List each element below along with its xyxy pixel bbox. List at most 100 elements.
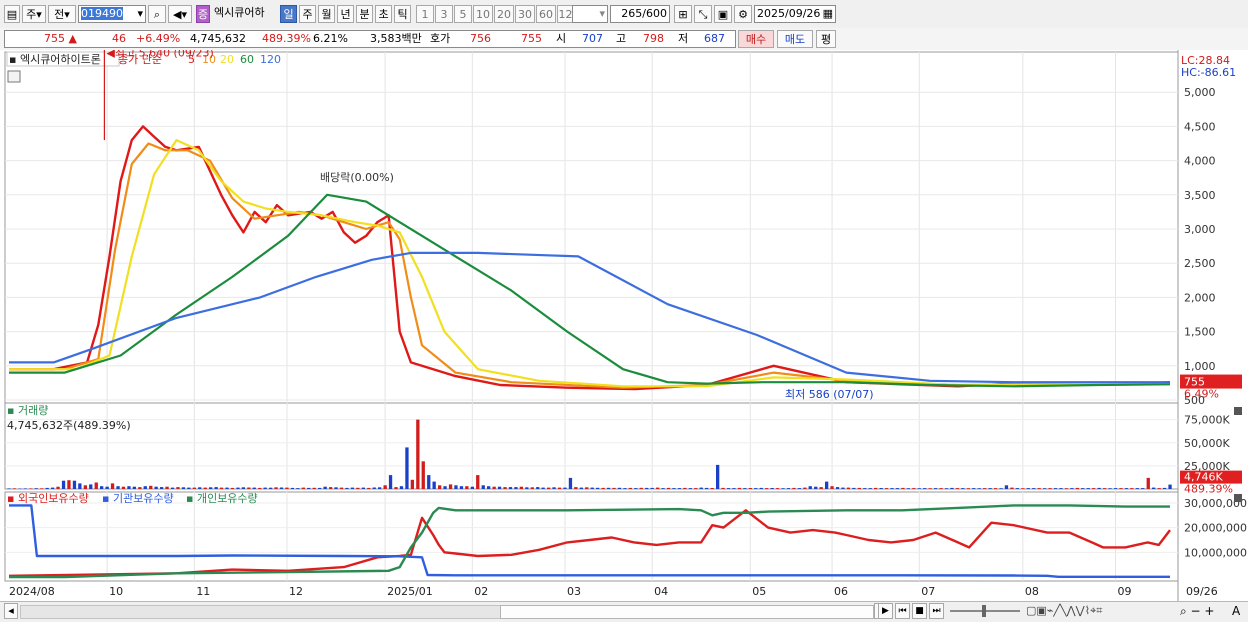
tab-period-1[interactable]: 주	[299, 5, 316, 23]
volume-bar-26	[149, 485, 153, 489]
y-tick-label-9: 5,000	[1184, 86, 1216, 99]
volume-bar-170	[934, 488, 938, 489]
volume-bar-97	[536, 487, 540, 489]
volume-bar-28	[160, 487, 164, 489]
x-tick-label-11: 08	[1025, 585, 1039, 598]
tab-period-3[interactable]: 년	[337, 5, 354, 23]
stock-badge-text: 증	[197, 8, 209, 21]
volume-bar-32	[181, 487, 186, 489]
code-dropdown-icon[interactable]: ▾	[137, 6, 143, 22]
holding-legend-2: ▪ 개인보유수량	[186, 492, 258, 505]
volume-bar-31	[176, 487, 180, 489]
count-dropdown-icon[interactable]: ▾	[599, 6, 605, 22]
volume-bar-88	[487, 486, 491, 489]
chart-area[interactable]: 2024/08 10 11 12 2025/01 02 03 04 05 06 07 08 09 09/2…	[0, 50, 1248, 601]
crosshair-icon[interactable]: ⤡	[694, 5, 712, 23]
vol-tick-label-1: 50,000K	[1184, 437, 1230, 450]
y-tick-label-8: 4,500	[1184, 120, 1216, 133]
zoom-slider-handle[interactable]	[982, 605, 986, 617]
volume-bar-119	[656, 487, 660, 489]
volume-bar-150	[825, 481, 829, 489]
volume-bar-141	[775, 488, 780, 489]
prev-select[interactable]: 전▾	[48, 5, 76, 23]
calendar-icon[interactable]: ▦	[823, 6, 833, 22]
open-price: 707	[582, 32, 603, 45]
tab-period-4[interactable]: 분	[356, 5, 373, 23]
volume-bar-12	[72, 480, 77, 489]
interval-button-30[interactable]: 30	[515, 5, 535, 23]
volume-bar-89	[492, 486, 496, 489]
tab-period-0[interactable]: 일	[280, 5, 297, 23]
search-icon[interactable]: ⌕	[148, 5, 166, 23]
tab-period-2[interactable]: 월	[318, 5, 335, 23]
interval-button-20[interactable]: 20	[494, 5, 514, 23]
volume-bar-101	[557, 487, 562, 489]
buy-button[interactable]: 매수	[738, 30, 774, 48]
volume-bar-46	[258, 487, 262, 489]
volume-bar-107	[590, 487, 594, 489]
date-input[interactable]: 2025/09/26 ▦	[754, 5, 836, 23]
volume-bar-38	[214, 487, 218, 489]
volume-bar-160	[879, 488, 883, 489]
volume-bar-113	[623, 488, 627, 489]
quote-bar: 755 ▲ 46 +6.49% 4,745,632 489.39% 6.21% …	[0, 28, 1248, 51]
nav-button-3[interactable]: ⏭	[929, 603, 944, 619]
interval-button-5[interactable]: 5	[454, 5, 472, 23]
eval-button[interactable]: 평	[816, 30, 836, 48]
volume-bar-17	[100, 486, 104, 489]
speaker-icon[interactable]: ◀▾	[168, 5, 192, 23]
period-prefix-select[interactable]: 주▾	[22, 5, 46, 23]
interval-button-1[interactable]: 1	[416, 5, 434, 23]
save-icon[interactable]: ▣	[714, 5, 732, 23]
tab-period-6[interactable]: 틱	[394, 5, 411, 23]
zoom-tools-icon[interactable]: ⌕ − +	[1180, 604, 1214, 619]
tab-period-5[interactable]: 초	[375, 5, 392, 23]
menu-icon[interactable]: ▤	[4, 5, 20, 23]
y-tick-label-3: 2,000	[1184, 291, 1216, 304]
volume-bar-164	[901, 487, 905, 489]
font-size-icon[interactable]: A	[1232, 604, 1240, 618]
interval-button-60[interactable]: 60	[536, 5, 556, 23]
count-dropdown[interactable]: ▾	[572, 5, 608, 23]
count-value: 265	[621, 7, 643, 20]
volume-bar-187	[1026, 488, 1030, 489]
volume-bar-80	[443, 486, 447, 489]
volume-panel-icon	[1234, 407, 1242, 415]
nav-button-0[interactable]: ▶	[878, 603, 893, 619]
volume-bar-4	[29, 488, 33, 489]
nav-button-2[interactable]: ■	[912, 603, 927, 619]
interval-button-3[interactable]: 3	[435, 5, 453, 23]
hc-label: HC:-86.61	[1181, 66, 1236, 79]
volume-bar-146	[803, 487, 807, 489]
scroll-left-icon[interactable]: ◂	[4, 603, 18, 619]
volume-bar-207	[1135, 488, 1139, 489]
volume-bar-29	[165, 486, 169, 489]
volume-bar-154	[846, 487, 851, 489]
stock-name-text: 엑시큐어하	[214, 6, 265, 19]
volume-bar-87	[481, 485, 485, 489]
x-tick-label-5: 02	[474, 585, 488, 598]
volume-bar-42	[236, 487, 240, 489]
nav-button-1[interactable]: ⏮	[895, 603, 910, 619]
dividend-annotation: 배당락(0.00%)	[320, 171, 394, 184]
count-input[interactable]: 265/600	[610, 5, 670, 23]
volume-bar-85	[470, 486, 474, 489]
stock-code-input[interactable]: 019490 ▾	[78, 5, 146, 23]
volume-bar-3	[23, 488, 27, 489]
scrollbar-thumb[interactable]	[500, 605, 874, 619]
low-annotation: 최저 586 (07/07)	[785, 388, 874, 401]
candle-type-icon[interactable]: ⊞	[674, 5, 692, 23]
drawing-tools-icon[interactable]: ▢▣⌁╱╲⋀⋁⌇⌖⌗	[1026, 604, 1102, 618]
volume-bar-178	[977, 488, 981, 489]
x-tick-label-10: 07	[921, 585, 935, 598]
volume-bar-91	[503, 487, 507, 489]
gear-icon[interactable]: ⚙	[734, 5, 752, 23]
volume-bar-41	[230, 487, 235, 489]
interval-button-10[interactable]: 10	[473, 5, 493, 23]
main-title: ▪ 엑시큐어하이트론	[9, 52, 101, 66]
volume-bar-117	[645, 487, 649, 489]
x-tick-label-13: 09/26	[1186, 585, 1218, 598]
sell-button[interactable]: 매도	[777, 30, 813, 48]
volume-bar-173	[950, 487, 954, 489]
stock-name: 엑시큐어하	[212, 5, 278, 23]
